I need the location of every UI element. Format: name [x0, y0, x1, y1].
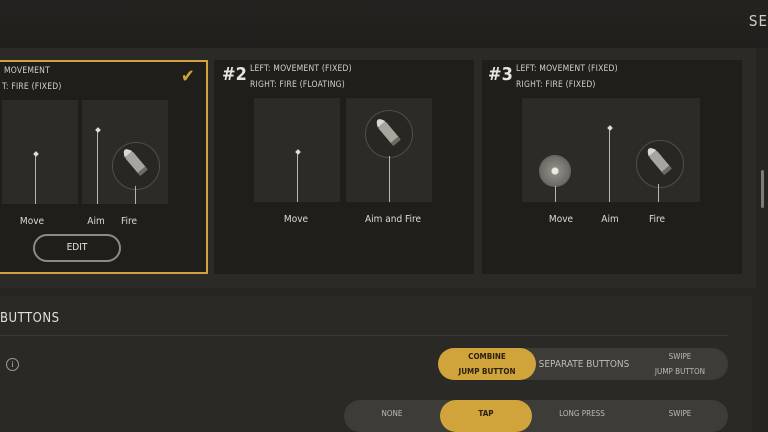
fire-leader-line: [135, 186, 136, 204]
card-1-right-text: T: FIRE (FIXED): [2, 82, 62, 92]
layout-card-3[interactable]: #3 LEFT: MOVEMENT (FIXED) RIGHT: FIRE (F…: [482, 60, 742, 274]
move-leader-line: [555, 186, 556, 202]
layout-card-2[interactable]: #2 LEFT: MOVEMENT (FIXED) RIGHT: FIRE (F…: [214, 60, 474, 274]
option-none[interactable]: NONE: [344, 400, 440, 432]
section-divider: [0, 335, 728, 336]
option-combine-jump-button[interactable]: COMBINE JUMP BUTTON: [438, 348, 536, 380]
second-mode-selector: NONE TAP LONG PRESS SWIPE: [344, 400, 728, 432]
card-2-left-text: LEFT: MOVEMENT (FIXED): [250, 64, 352, 74]
move-leader-line: [297, 154, 298, 202]
label-move: Move: [19, 216, 45, 227]
card-3-left-text: LEFT: MOVEMENT (FIXED): [516, 64, 618, 74]
joystick-icon: [540, 156, 570, 186]
top-bar: [0, 0, 768, 48]
bullet-icon: [376, 119, 401, 146]
bullet-icon: [647, 148, 672, 175]
card-2-right-text: RIGHT: FIRE (FLOATING): [250, 80, 345, 90]
label-aim: Aim: [601, 214, 619, 225]
option-swipe-jump-button[interactable]: SWIPE JUMP BUTTON: [632, 348, 728, 380]
move-leader-line: [35, 156, 36, 204]
option-swipe-line1: SWIPE: [668, 352, 692, 361]
jump-mode-selector: COMBINE JUMP BUTTON SEPARATE BUTTONS SWI…: [438, 348, 728, 380]
card-3-right-text: RIGHT: FIRE (FIXED): [516, 80, 596, 90]
option-combine-line1: COMBINE: [468, 352, 506, 361]
label-aim-and-fire: Aim and Fire: [364, 214, 422, 225]
aim-fire-leader-line: [389, 156, 390, 202]
info-icon[interactable]: i: [6, 358, 19, 371]
card-3-number: #3: [488, 64, 513, 85]
fire-leader-line: [658, 184, 659, 202]
bullet-icon: [123, 149, 148, 176]
label-move: Move: [548, 214, 574, 225]
option-separate-buttons[interactable]: SEPARATE BUTTONS: [536, 348, 632, 380]
label-fire: Fire: [649, 214, 665, 225]
option-swipe[interactable]: SWIPE: [632, 400, 728, 432]
aim-leader-line: [609, 130, 610, 202]
option-swipe-line2: JUMP BUTTON: [654, 367, 706, 376]
card-1-left-text: MOVEMENT: [4, 66, 50, 76]
section-title: BUTTONS: [0, 311, 60, 326]
card-1-left-pad: [2, 100, 78, 204]
card-2-number: #2: [222, 64, 247, 85]
edit-button[interactable]: EDIT: [33, 234, 121, 262]
option-long-press[interactable]: LONG PRESS: [532, 400, 632, 432]
label-move: Move: [283, 214, 309, 225]
label-fire: Fire: [121, 216, 137, 227]
scrollbar-thumb[interactable]: [761, 170, 764, 208]
section-header-text: SE: [748, 12, 768, 30]
label-aim: Aim: [87, 216, 105, 227]
checkmark-icon: ✔: [181, 66, 195, 87]
aim-leader-line: [97, 132, 98, 204]
option-tap[interactable]: TAP: [440, 400, 532, 432]
option-combine-line2: JUMP BUTTON: [458, 367, 516, 376]
